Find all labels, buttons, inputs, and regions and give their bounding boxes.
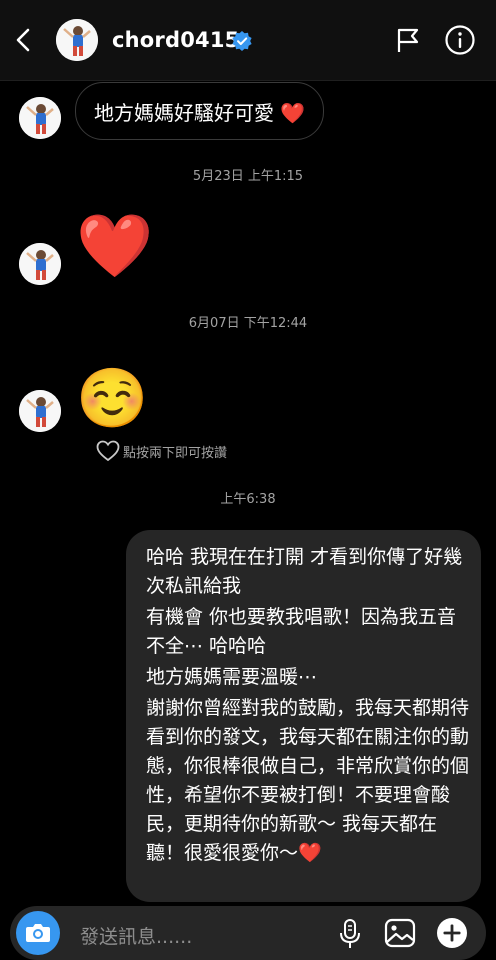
flag-icon[interactable] [394, 26, 422, 54]
timestamp: 上午6:38 [220, 492, 276, 507]
sent-line: 哈哈 我現在在打開 才看到你傳了好幾次私訊給我 [146, 546, 463, 597]
sender-avatar[interactable] [19, 390, 61, 432]
sender-avatar[interactable] [19, 97, 61, 139]
timestamp: 5月23日 上午1:15 [192, 169, 304, 184]
chat-title[interactable]: chord0415 [112, 28, 239, 52]
message-input[interactable]: 發送訊息...... [80, 922, 192, 949]
message-composer: 發送訊息...... [10, 906, 486, 960]
camera-icon [26, 924, 50, 942]
sent-message[interactable]: 哈哈 我現在在打開 才看到你傳了好幾次私訊給我 有機會 你也要教我唱歌！因為我五… [126, 530, 481, 902]
camera-button[interactable] [16, 911, 60, 955]
add-icon[interactable] [435, 916, 469, 950]
header-avatar[interactable] [56, 19, 98, 61]
chat-header: chord0415 [0, 0, 496, 81]
back-arrow-icon[interactable] [10, 26, 38, 54]
sender-avatar[interactable] [19, 243, 61, 285]
sent-line: 地方媽媽需要溫暖⋯ [146, 666, 318, 688]
gallery-icon[interactable] [383, 916, 417, 950]
received-message[interactable]: 地方媽媽好騷好可愛 ❤️ [75, 82, 325, 140]
verified-badge-icon [232, 31, 252, 51]
smile-emoji-message[interactable]: ☺️ [76, 362, 148, 434]
double-tap-like-hint[interactable]: 點按兩下即可按讚 [96, 440, 227, 462]
microphone-icon[interactable] [338, 918, 362, 950]
info-icon[interactable] [444, 24, 476, 56]
timestamp: 6月07日 下午12:44 [188, 316, 308, 331]
double-tap-hint-text: 點按兩下即可按讚 [123, 445, 228, 461]
heart-emoji-message[interactable]: ❤️ [76, 208, 153, 284]
sent-line: 謝謝你曾經對我的鼓勵，我每天都期待看到你的發文，我每天都在關注你的動態，你很棒很… [146, 697, 470, 864]
sent-line: 有機會 你也要教我唱歌！因為我五音不全⋯ 哈哈哈 [146, 606, 457, 657]
received-message-text: 地方媽媽好騷好可愛 ❤️ [94, 100, 306, 125]
heart-outline-icon [96, 440, 120, 462]
